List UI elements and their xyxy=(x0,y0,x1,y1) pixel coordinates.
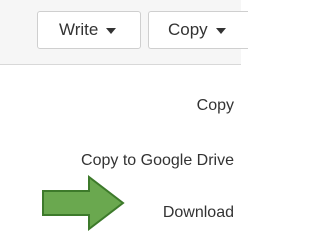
caret-down-icon xyxy=(106,28,117,34)
copy-button-label: Copy xyxy=(168,20,208,39)
menu-item-download[interactable]: Download xyxy=(163,204,234,222)
write-button-label: Write xyxy=(59,20,99,39)
menu-item-copy[interactable]: Copy xyxy=(197,97,234,115)
toolbar: Write Copy xyxy=(0,0,248,64)
caret-down-icon xyxy=(215,28,226,34)
right-arrow-icon xyxy=(42,175,125,231)
menu-item-copy-to-google-drive[interactable]: Copy to Google Drive xyxy=(81,152,234,170)
copy-dropdown-button[interactable]: Copy xyxy=(148,11,248,49)
write-dropdown-button[interactable]: Write xyxy=(37,11,141,49)
